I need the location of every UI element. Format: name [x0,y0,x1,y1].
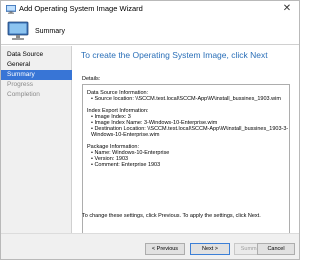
details-label: Details: [82,76,101,82]
wizard-header: Summary [1,19,299,45]
main-heading: To create the Operating System Image, cl… [81,50,268,60]
wizard-app-icon [6,5,16,14]
destination-location-cont: Windows-10-Enterprise.wim [91,132,160,138]
package-comment: • Comment: Enterprise 1903 [91,162,161,168]
source-location: • Source location: \\SCCM.test.local\SCC… [91,96,281,102]
main-content: To create the Operating System Image, cl… [73,46,299,246]
sidebar-item-data-source[interactable]: Data Source [1,50,72,60]
sidebar-item-general[interactable]: General [1,60,72,70]
page-title: Summary [35,28,65,35]
sidebar-item-summary[interactable]: Summary [1,70,72,80]
cancel-button[interactable]: Cancel [257,243,295,255]
wizard-window: Add Operating System Image Wizard ✕ Summ… [0,0,300,260]
previous-button[interactable]: < Previous [145,243,185,255]
sidebar-item-progress: Progress [7,81,34,88]
window-title: Add Operating System Image Wizard [19,4,143,13]
computer-icon [7,21,29,40]
footer-note: To change these settings, click Previous… [82,213,261,219]
wizard-sidebar: Data Source General Summary Progress Com… [1,46,72,233]
close-icon[interactable]: ✕ [281,3,293,15]
details-textbox[interactable]: Data Source Information: • Source locati… [82,84,290,246]
next-button[interactable]: Next > [190,243,230,255]
title-bar: Add Operating System Image Wizard ✕ [1,1,299,19]
sidebar-item-completion: Completion [7,91,40,98]
button-bar: < Previous Next > Summary Cancel [1,233,299,259]
